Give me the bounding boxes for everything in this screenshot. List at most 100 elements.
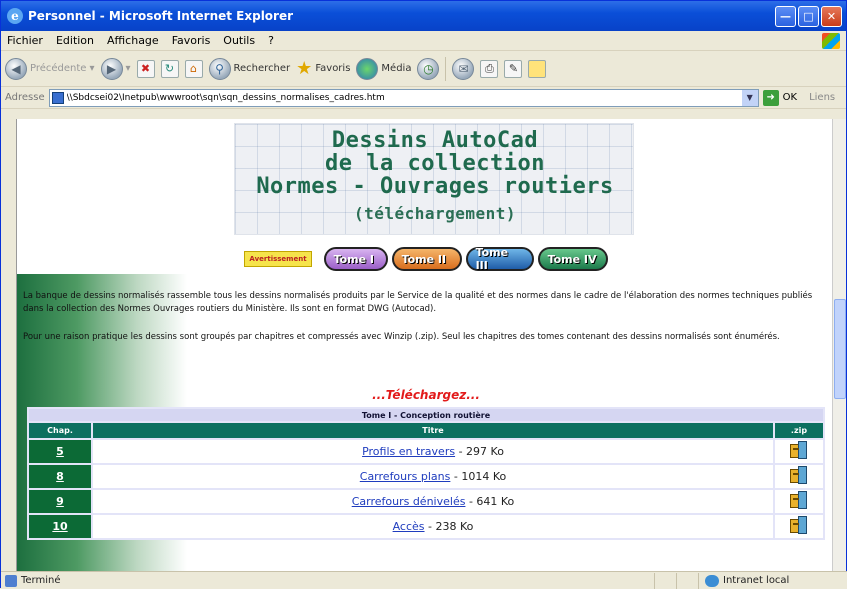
banner: Dessins AutoCad de la collection Normes … (234, 123, 634, 235)
status-cell (676, 572, 698, 589)
tome-navigation: Avertissement Tome I Tome II Tome III To… (17, 246, 834, 272)
address-bar: Adresse \\Sbdcsei02\Inetpub\wwwroot\sqn\… (1, 87, 846, 109)
stop-icon[interactable]: ✖ (136, 59, 155, 78)
tome-4-button[interactable]: Tome IV (537, 247, 608, 271)
search-icon: ⚲ (208, 57, 231, 80)
table-row: 9 Carrefours dénivelés - 641 Ko (27, 488, 825, 515)
title-link[interactable]: Carrefours dénivelés (352, 495, 466, 508)
toolbar-separator (445, 56, 447, 81)
zip-download-icon[interactable] (790, 515, 808, 535)
banner-title-line2: de la collection (325, 151, 545, 176)
close-button[interactable]: ✕ (821, 5, 842, 27)
forward-arrow-icon: ▶ (100, 57, 123, 80)
title-cell: Carrefours dénivelés - 641 Ko (91, 488, 775, 515)
chapter-link[interactable]: 9 (27, 488, 93, 515)
menu-fichier[interactable]: Fichier (7, 34, 43, 47)
menu-affichage[interactable]: Affichage (107, 34, 159, 47)
folder-icon[interactable] (528, 59, 547, 78)
zip-cell (773, 463, 825, 490)
file-size: - 238 Ko (428, 520, 474, 533)
title-cell: Accès - 238 Ko (91, 513, 775, 540)
title-link[interactable]: Profils en travers (362, 445, 455, 458)
edit-icon[interactable]: ✎ (504, 59, 523, 78)
minimize-button[interactable]: — (775, 5, 796, 27)
maximize-button[interactable]: □ (798, 5, 819, 27)
windows-logo-icon (822, 33, 840, 49)
links-label[interactable]: Liens (809, 92, 835, 103)
media-button[interactable]: Média (356, 57, 412, 80)
chapter-link[interactable]: 10 (27, 513, 93, 540)
column-header-titre: Titre (91, 421, 775, 440)
ie-logo-icon: e (7, 8, 23, 24)
refresh-icon[interactable]: ↻ (160, 59, 179, 78)
main-section: La banque de dessins normalisés rassembl… (17, 274, 834, 571)
banner-subtitle: (téléchargement) (353, 204, 517, 223)
chapter-link[interactable]: 8 (27, 463, 93, 490)
download-table: Tome I - Conception routière Chap. Titre… (27, 407, 825, 540)
banner-title-line3: Normes - Ouvrages routiers (256, 174, 614, 199)
intro-paragraph-1: La banque de dessins normalisés rassembl… (23, 291, 813, 314)
page-icon (51, 91, 64, 104)
zip-download-icon[interactable] (790, 440, 808, 460)
status-text: Terminé (21, 575, 61, 586)
back-arrow-icon: ◀ (5, 57, 27, 80)
back-button[interactable]: ◀ Précédente ▾ (5, 57, 95, 80)
zip-download-icon[interactable] (790, 465, 808, 485)
title-bar: e Personnel - Microsoft Internet Explore… (1, 1, 846, 31)
favorites-label: Favoris (315, 63, 351, 74)
toolbar: ◀ Précédente ▾ ▶ ▾ ✖ ↻ ⌂ ⚲ Rechercher ★ … (1, 51, 846, 87)
vertical-scrollbar[interactable] (832, 119, 846, 571)
zip-download-icon[interactable] (790, 490, 808, 510)
title-link[interactable]: Accès (393, 520, 425, 533)
title-link[interactable]: Carrefours plans (360, 470, 451, 483)
left-frame-edge (1, 119, 16, 571)
tome-2-button[interactable]: Tome II (391, 247, 462, 271)
scrollbar-thumb[interactable] (834, 299, 846, 399)
tome-1-button[interactable]: Tome I (323, 247, 388, 271)
history-icon[interactable]: ◷ (417, 57, 440, 80)
menu-outils[interactable]: Outils (223, 34, 255, 47)
chapter-link[interactable]: 5 (27, 438, 93, 465)
menu-help[interactable]: ? (268, 34, 274, 47)
back-label: Précédente (30, 63, 87, 74)
media-label: Média (381, 63, 412, 74)
banner-title-line1: Dessins AutoCad (331, 128, 539, 153)
column-header-zip: .zip (773, 421, 825, 440)
home-icon[interactable]: ⌂ (184, 59, 203, 78)
address-label: Adresse (5, 92, 45, 103)
print-icon[interactable]: ⎙ (480, 59, 499, 78)
page-content: Dessins AutoCad de la collection Normes … (16, 119, 834, 571)
page-done-icon (5, 574, 17, 587)
go-button[interactable]: OK (783, 92, 797, 103)
forward-button[interactable]: ▶ ▾ (100, 57, 131, 80)
menu-bar: Fichier Edition Affichage Favoris Outils… (1, 31, 846, 51)
tome-3-button[interactable]: Tome III (465, 246, 534, 272)
search-label: Rechercher (233, 63, 291, 74)
address-input[interactable]: \\Sbdcsei02\Inetpub\wwwroot\sqn\sqn_dess… (48, 88, 759, 107)
address-dropdown-icon[interactable]: ▼ (741, 89, 758, 106)
zip-cell (773, 513, 825, 540)
favorites-button[interactable]: ★ Favoris (296, 58, 350, 79)
menu-edition[interactable]: Edition (56, 34, 94, 47)
table-row: 5 Profils en travers - 297 Ko (27, 438, 825, 465)
title-cell: Carrefours plans - 1014 Ko (91, 463, 775, 490)
search-button[interactable]: ⚲ Rechercher (208, 57, 291, 80)
avertissement-button[interactable]: Avertissement (244, 251, 312, 267)
tome-title: Tome I - Conception routière (27, 407, 825, 423)
forward-dropdown-icon: ▾ (125, 63, 131, 74)
mail-icon[interactable]: ✉ (452, 57, 475, 80)
status-bar: Terminé Intranet local (1, 571, 847, 589)
go-arrow-icon[interactable]: ➜ (762, 89, 779, 106)
media-icon (356, 57, 379, 80)
favorites-star-icon: ★ (296, 58, 313, 79)
column-header-chap: Chap. (27, 421, 93, 440)
browser-window: e Personnel - Microsoft Internet Explore… (0, 0, 847, 589)
address-url: \\Sbdcsei02\Inetpub\wwwroot\sqn\sqn_dess… (66, 92, 385, 103)
intro-paragraph-2: Pour une raison pratique les dessins son… (23, 332, 780, 342)
menu-favoris[interactable]: Favoris (172, 34, 211, 47)
window-title: Personnel - Microsoft Internet Explorer (28, 9, 294, 23)
zip-cell (773, 488, 825, 515)
zone-label: Intranet local (723, 575, 790, 586)
security-zone: Intranet local (698, 572, 847, 589)
title-cell: Profils en travers - 297 Ko (91, 438, 775, 465)
